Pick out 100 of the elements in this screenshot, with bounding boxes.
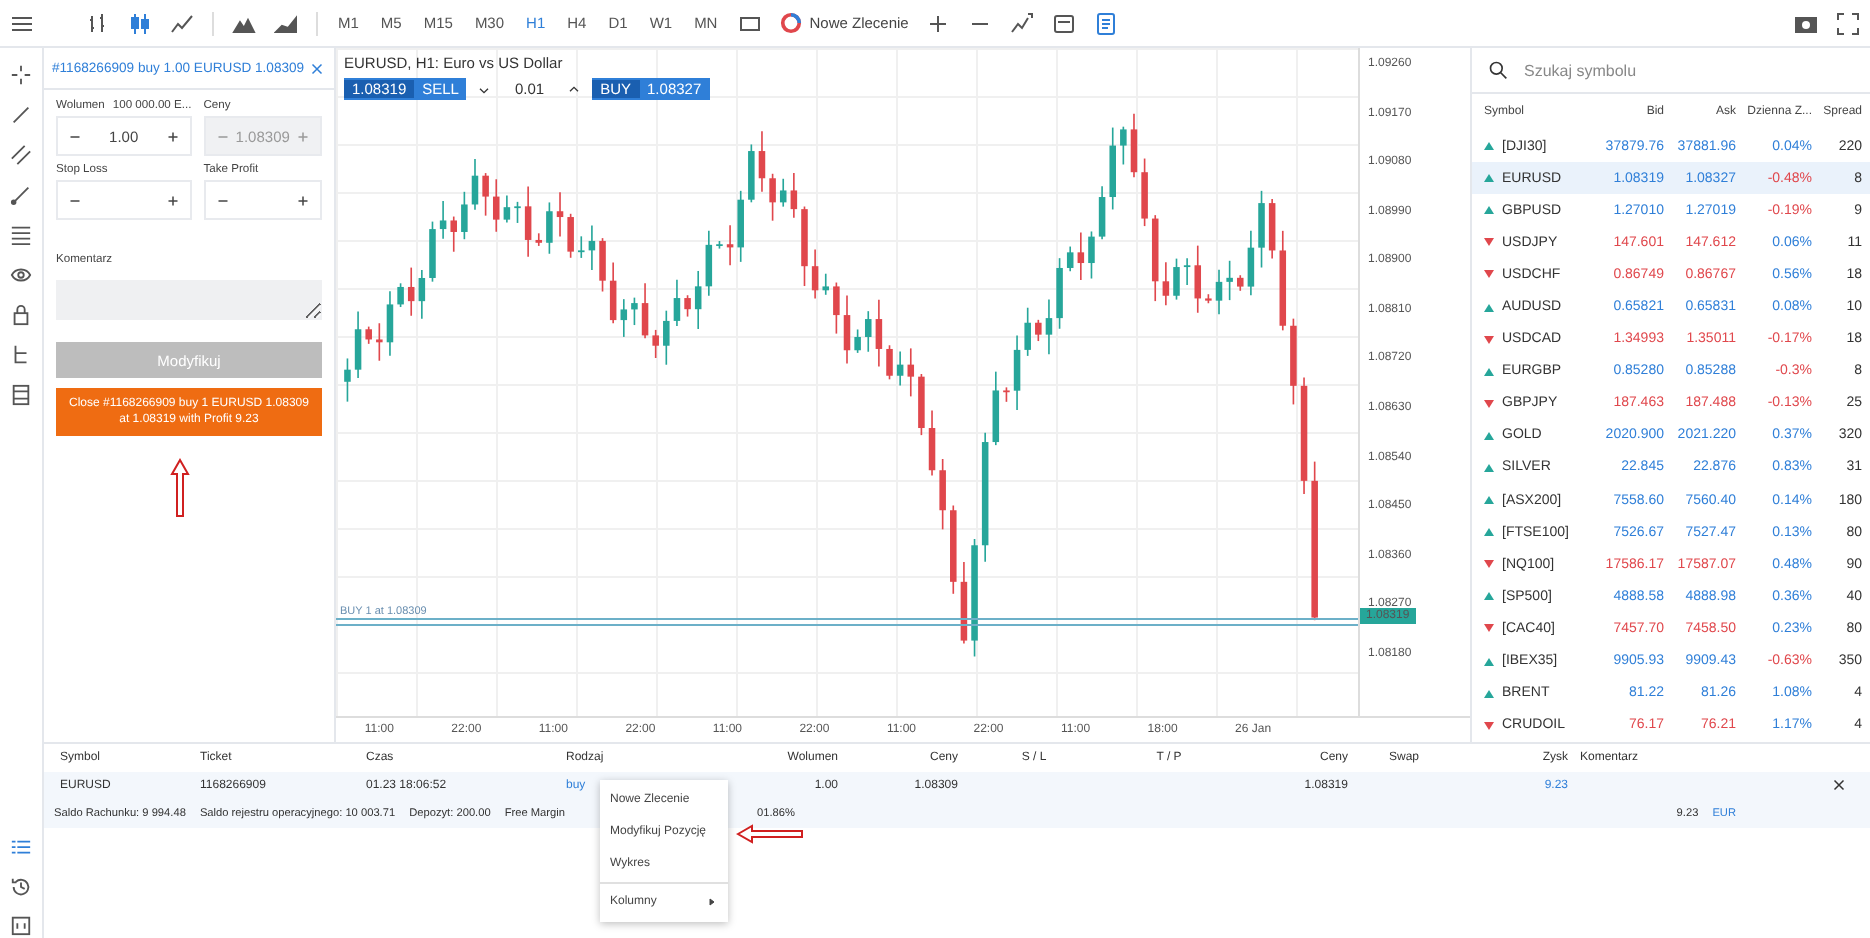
candle [493,178,500,233]
up-triangle-icon [1484,496,1494,505]
candle [1258,190,1265,269]
comment-field[interactable] [56,280,322,320]
symbol-search-field[interactable]: Szukaj symbolu [1520,59,1828,81]
lock-icon[interactable] [10,304,32,326]
up-triangle-icon [1484,528,1494,537]
camera-icon[interactable] [1794,11,1818,35]
plus-icon[interactable] [163,127,182,145]
menu-icon[interactable] [10,11,34,35]
down-triangle-icon [1484,624,1494,633]
list-icon[interactable] [10,837,32,860]
trend-line-icon[interactable] [10,104,32,126]
candle [1300,376,1308,495]
candle [1226,259,1233,301]
hierarchy-icon[interactable] [10,344,32,366]
candle [992,370,1000,446]
up-triangle-icon [1484,592,1494,601]
candle [865,310,872,353]
down-triangle-icon [1484,399,1494,408]
chevron-up-icon[interactable] [566,81,583,97]
candle [790,172,798,219]
levels-icon[interactable] [10,224,32,246]
candle [928,409,936,477]
candle [1194,244,1201,314]
up-triangle-icon [1484,303,1494,312]
history-icon[interactable] [10,875,32,898]
line-chart-icon[interactable] [170,11,194,35]
candle [578,235,585,259]
plus-icon[interactable] [294,191,312,209]
search-icon [1488,60,1508,80]
up-triangle-icon [1484,367,1494,376]
close-icon[interactable] [1830,776,1848,795]
candle [461,190,468,241]
candle [1056,257,1063,330]
candle [429,220,436,283]
up-triangle-icon [1484,142,1494,151]
document-icon[interactable] [1094,11,1119,35]
candle [609,261,617,325]
indicator-icon[interactable] [1010,11,1035,35]
candle [684,294,691,318]
candle [397,282,404,308]
ring-icon [779,12,802,34]
candle [482,172,489,217]
candle [1109,126,1116,211]
candle [1205,293,1212,305]
candle [918,373,925,436]
candle [737,190,744,263]
candle [354,310,362,379]
fullscreen-icon[interactable] [1836,11,1860,35]
candle [1215,268,1223,316]
parallel-lines-icon[interactable] [10,144,32,166]
ray-line-icon[interactable] [10,184,32,206]
candle [833,281,840,335]
candle [1088,230,1095,280]
candle [514,201,521,224]
eye-icon[interactable] [10,264,32,286]
candle [886,344,893,381]
candle [663,309,670,366]
candle [1045,298,1053,356]
template-icon[interactable] [1052,11,1077,35]
candle [641,282,649,340]
down-triangle-icon [1484,270,1494,279]
up-triangle-icon [1484,431,1494,440]
candle [822,272,829,296]
candle [854,328,861,354]
bar-chart-icon[interactable] [86,11,110,35]
crosshair-icon[interactable] [10,64,32,86]
up-triangle-icon [1484,689,1494,698]
candle [1066,245,1074,273]
list-box-icon[interactable] [10,384,32,406]
arrow-drawing [169,458,189,519]
candle [471,158,479,211]
candle [801,205,808,287]
up-triangle-icon [1484,206,1494,215]
candlestick-icon[interactable] [128,11,152,35]
candle [365,325,372,345]
candle [1237,274,1244,292]
zoom-in-icon[interactable] [926,11,951,35]
candle [960,561,968,645]
candle [971,538,978,658]
candle [875,298,883,368]
submenu-icon[interactable] [706,895,718,908]
up-triangle-icon [1484,463,1494,472]
candle [779,177,787,208]
candle [1268,198,1276,260]
candle [694,270,702,330]
candle [588,224,596,271]
candle [376,322,383,362]
candle [896,350,904,387]
down-triangle-icon [1484,238,1494,247]
area-chart-icon[interactable] [274,11,298,35]
candle [673,278,681,327]
plus-icon[interactable] [163,191,182,209]
candle [439,200,447,240]
candle [1077,231,1085,281]
candle [981,431,989,563]
candle [418,269,426,320]
candle [652,329,659,359]
candle [599,237,606,293]
